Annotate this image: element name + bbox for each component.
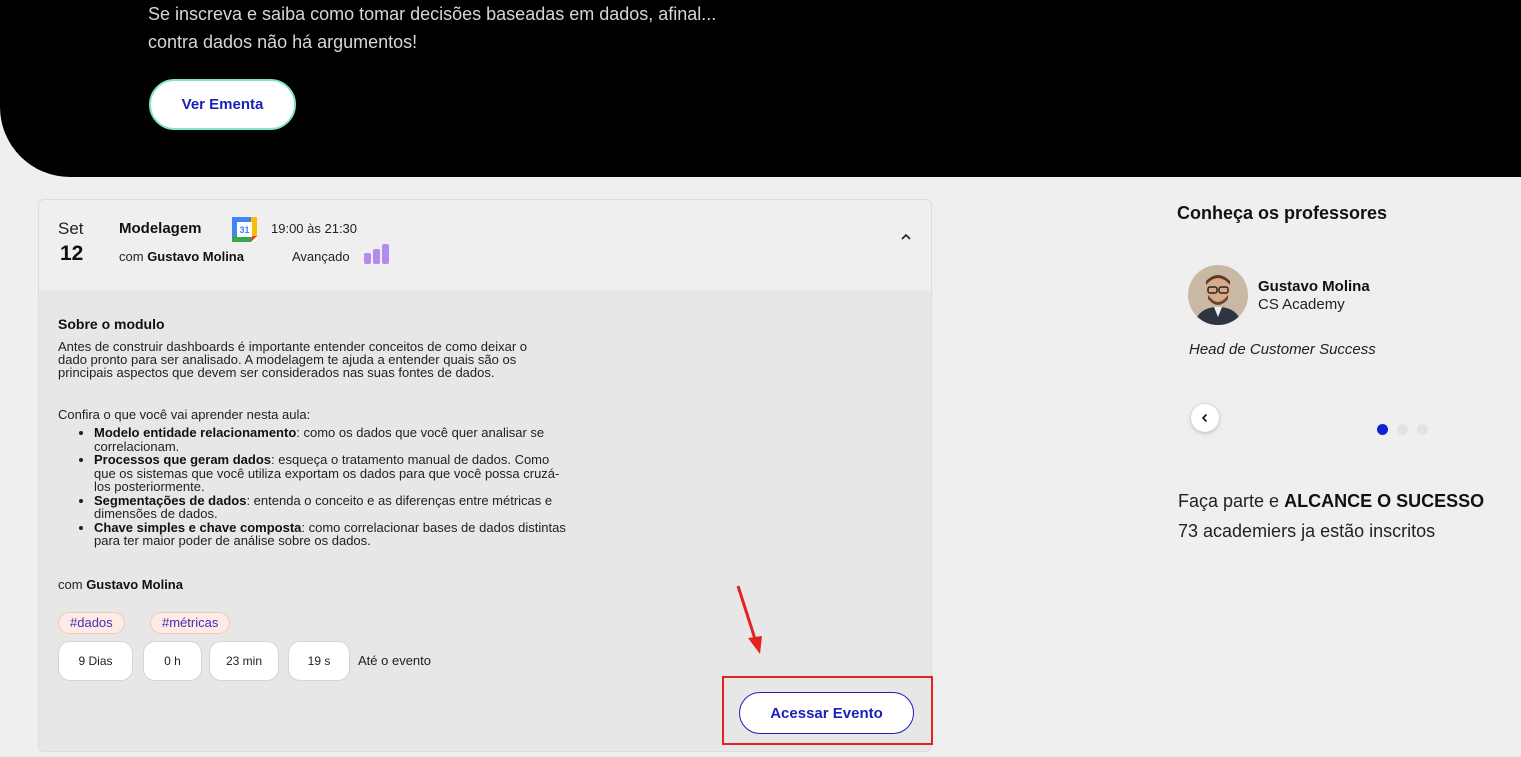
- hero-line-1: Se inscreva e saiba como tomar decisões …: [148, 4, 717, 24]
- topic-item: Chave simples e chave composta: como cor…: [94, 520, 572, 548]
- about-title: Sobre o modulo: [58, 316, 165, 332]
- carousel-dot-2[interactable]: [1397, 424, 1408, 435]
- with-prefix: com: [119, 249, 144, 264]
- module-instructor: com Gustavo Molina: [119, 249, 244, 264]
- carousel-dot-3[interactable]: [1417, 424, 1428, 435]
- annotation-highlight-box: [722, 676, 933, 745]
- topic-item: Modelo entidade relacionamento: como os …: [94, 426, 572, 453]
- hero-banner: Se inscreva e saiba como tomar decisões …: [0, 0, 1521, 177]
- chevron-left-icon: [1201, 413, 1208, 423]
- hero-text: Se inscreva e saiba como tomar decisões …: [148, 0, 716, 56]
- module-card: Set 12 Modelagem 31 19:00 às 21:30 com G…: [38, 199, 932, 752]
- carousel-prev-button[interactable]: [1191, 404, 1219, 432]
- professor-name: Gustavo Molina: [1258, 278, 1370, 295]
- cta-bold: ALCANCE O SUCESSO: [1284, 491, 1485, 511]
- enrolled-count: 73 academiers ja estão inscritos: [1178, 521, 1436, 541]
- hero-line-2: contra dados não há argumentos!: [148, 32, 418, 52]
- chevron-up-icon[interactable]: [899, 230, 913, 244]
- tag-dados[interactable]: #dados: [58, 612, 125, 634]
- cta-line: Faça parte e ALCANCE O SUCESSO: [1178, 491, 1484, 512]
- google-calendar-icon[interactable]: 31: [231, 216, 258, 243]
- annotation-arrow-icon: [736, 585, 762, 654]
- calendar-icon-number: 31: [239, 225, 249, 235]
- module-title: Modelagem: [119, 220, 202, 237]
- topic-list: Modelo entidade relacionamento: como os …: [58, 426, 572, 548]
- countdown-hours: 0 h: [143, 641, 202, 681]
- topic-item: Segmentações de dados: entenda o conceit…: [94, 493, 572, 521]
- about-text: Antes de construir dashboards é importan…: [58, 339, 527, 380]
- countdown-seconds: 19 s: [288, 641, 350, 681]
- carousel-dot-1[interactable]: [1377, 424, 1388, 435]
- professor-org: CS Academy: [1258, 296, 1345, 313]
- module-time: 19:00 às 21:30: [271, 221, 358, 236]
- by-prefix: com: [58, 577, 83, 592]
- professor-role: Head de Customer Success: [1189, 341, 1376, 358]
- by-line: com Gustavo Molina: [58, 577, 183, 592]
- countdown-label: Até o evento: [358, 653, 431, 668]
- professor-avatar: [1188, 265, 1248, 325]
- module-header[interactable]: Set 12 Modelagem 31 19:00 às 21:30 com G…: [39, 200, 931, 290]
- date-month: Set: [58, 219, 84, 238]
- ver-ementa-button[interactable]: Ver Ementa: [149, 79, 296, 130]
- professors-title: Conheça os professores: [1177, 203, 1388, 223]
- cta-prefix: Faça parte e: [1178, 491, 1280, 511]
- tag-metricas[interactable]: #métricas: [150, 612, 231, 634]
- topic-item: Processos que geram dados: esqueça o tra…: [94, 453, 572, 494]
- date-day: 12: [60, 242, 84, 265]
- module-level: Avançado: [292, 249, 350, 264]
- countdown-minutes: 23 min: [209, 641, 279, 681]
- countdown-days: 9 Dias: [58, 641, 133, 681]
- by-name: Gustavo Molina: [86, 577, 183, 592]
- learn-title: Confira o que você vai aprender nesta au…: [58, 407, 311, 422]
- instructor-name: Gustavo Molina: [147, 249, 244, 264]
- level-bars-icon: [364, 244, 389, 264]
